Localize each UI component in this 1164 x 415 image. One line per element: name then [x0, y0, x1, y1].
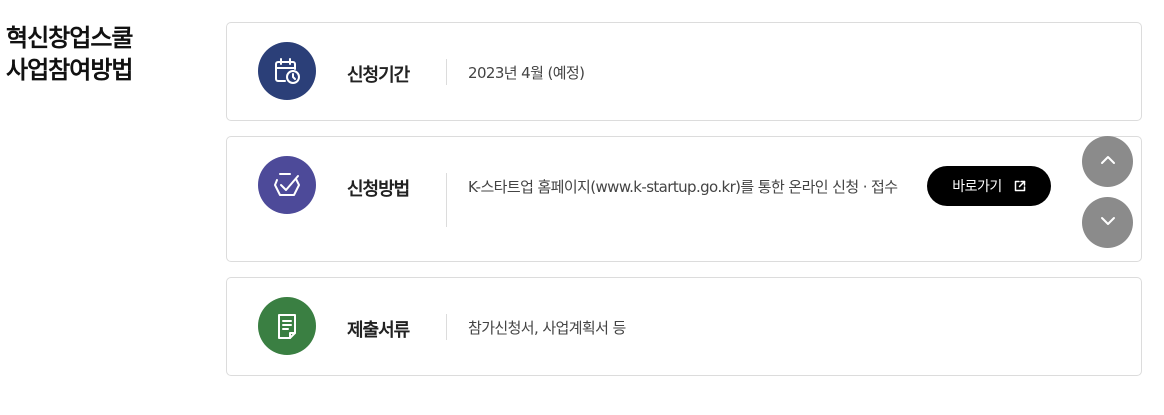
section-title: 혁신창업스쿨 사업참여방법	[6, 24, 133, 84]
go-to-button[interactable]: 바로가기	[927, 166, 1051, 206]
chevron-down-icon	[1099, 212, 1117, 233]
card-application-method: 신청방법 K-스타트업 홈페이지(www.k-startup.go.kr)를 통…	[226, 136, 1142, 262]
card-application-period: 신청기간 2023년 4월 (예정)	[226, 22, 1142, 121]
chevron-up-icon	[1099, 151, 1117, 172]
card-label: 제출서류	[347, 320, 410, 341]
calendar-clock-icon	[258, 42, 316, 100]
card-content: 2023년 4월 (예정)	[468, 64, 585, 82]
card-content: K-스타트업 홈페이지(www.k-startup.go.kr)를 통한 온라인…	[468, 178, 898, 196]
divider	[446, 173, 447, 227]
card-content: 참가신청서, 사업계획서 등	[468, 319, 626, 337]
check-badge-icon	[258, 156, 316, 214]
go-to-button-label: 바로가기	[952, 179, 1002, 195]
divider	[446, 314, 447, 340]
card-label: 신청방법	[347, 179, 410, 200]
card-required-documents: 제출서류 참가신청서, 사업계획서 등	[226, 277, 1142, 376]
card-label: 신청기간	[347, 65, 410, 86]
external-link-icon	[1014, 180, 1026, 192]
scroll-down-button[interactable]	[1082, 197, 1133, 248]
scroll-up-button[interactable]	[1082, 136, 1133, 187]
document-icon	[258, 297, 316, 355]
divider	[446, 59, 447, 85]
